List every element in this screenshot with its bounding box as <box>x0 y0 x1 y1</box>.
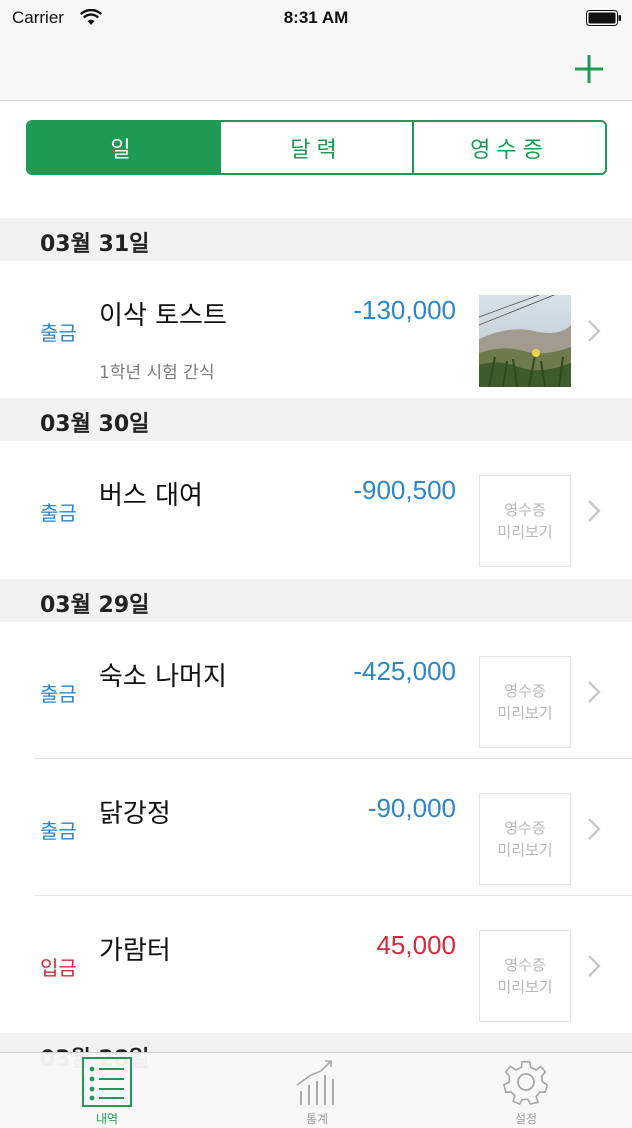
receipt-placeholder-line2: 미리보기 <box>497 523 553 541</box>
receipt-thumbnail[interactable] <box>479 295 571 387</box>
tab-history[interactable]: 내역 <box>52 1053 162 1128</box>
transaction-memo: 1학년 시험 간식 <box>99 363 215 383</box>
transaction-row[interactable]: 출금 닭강정 -90,000 영수증 미리보기 <box>0 759 632 896</box>
list-icon <box>82 1057 132 1107</box>
section-header: 03월 30일 <box>0 398 632 441</box>
status-bar: Carrier 8:31 AM <box>0 0 632 38</box>
transaction-title: 이삭 토스트 <box>99 301 227 331</box>
receipt-placeholder-line2: 미리보기 <box>497 841 553 859</box>
chevron-right-icon <box>588 500 601 522</box>
transaction-row[interactable]: 출금 숙소 나머지 -425,000 영수증 미리보기 <box>0 622 632 759</box>
segment-calendar[interactable]: 달력 <box>219 122 412 173</box>
tab-settings[interactable]: 설정 <box>471 1053 581 1128</box>
transaction-type: 출금 <box>40 501 77 525</box>
chevron-right-icon <box>588 818 601 840</box>
navigation-bar <box>0 38 632 101</box>
transaction-row[interactable]: 입금 가람터 45,000 영수증 미리보기 <box>0 896 632 1033</box>
tab-bar: 내역 통계 설정 <box>0 1052 632 1128</box>
transaction-amount: -425,000 <box>353 656 456 686</box>
transaction-amount: -900,500 <box>353 475 456 505</box>
transaction-title: 숙소 나머지 <box>99 662 227 692</box>
view-mode-segmented-control: 일 달력 영수증 <box>26 120 607 175</box>
receipt-preview-placeholder[interactable]: 영수증 미리보기 <box>479 656 571 748</box>
battery-icon <box>586 10 621 26</box>
transaction-title: 버스 대여 <box>99 481 203 511</box>
section-date: 03월 29일 <box>40 593 150 618</box>
transaction-amount: 45,000 <box>376 930 456 960</box>
section-date: 03월 31일 <box>40 232 150 257</box>
receipt-placeholder-line1: 영수증 <box>504 682 546 700</box>
receipt-placeholder-line2: 미리보기 <box>497 704 553 722</box>
segment-daily[interactable]: 일 <box>28 122 219 173</box>
section-header: 03월 31일 <box>0 218 632 261</box>
section-header: 03월 29일 <box>0 579 632 622</box>
receipt-placeholder-line2: 미리보기 <box>497 978 553 996</box>
transaction-type: 출금 <box>40 321 77 345</box>
transaction-type: 입금 <box>40 956 77 980</box>
tab-label: 내역 <box>95 1112 119 1126</box>
chart-icon <box>296 1060 334 1105</box>
transaction-amount: -90,000 <box>367 793 456 823</box>
chevron-right-icon <box>588 955 601 977</box>
receipt-placeholder-line1: 영수증 <box>504 501 546 519</box>
chevron-right-icon <box>588 320 601 342</box>
transaction-title: 닭강정 <box>99 799 171 829</box>
receipt-preview-placeholder[interactable]: 영수증 미리보기 <box>479 793 571 885</box>
tab-label: 통계 <box>305 1112 329 1126</box>
tab-statistics[interactable]: 통계 <box>262 1053 372 1128</box>
tab-label: 설정 <box>514 1112 538 1126</box>
chevron-right-icon <box>588 681 601 703</box>
receipt-preview-placeholder[interactable]: 영수증 미리보기 <box>479 475 571 567</box>
plus-icon[interactable] <box>572 52 606 86</box>
receipt-preview-placeholder[interactable]: 영수증 미리보기 <box>479 930 571 1022</box>
transaction-row[interactable]: 출금 버스 대여 -900,500 영수증 미리보기 <box>0 441 632 578</box>
segment-receipts[interactable]: 영수증 <box>412 122 605 173</box>
transaction-amount: -130,000 <box>353 295 456 325</box>
receipt-placeholder-line1: 영수증 <box>504 956 546 974</box>
transaction-type: 출금 <box>40 682 77 706</box>
transaction-type: 출금 <box>40 819 77 843</box>
transaction-row[interactable]: 출금 이삭 토스트 1학년 시험 간식 -130,000 <box>0 261 632 398</box>
section-date: 03월 30일 <box>40 412 150 437</box>
gear-icon <box>502 1060 549 1106</box>
transaction-title: 가람터 <box>99 936 171 966</box>
status-time: 8:31 AM <box>283 8 349 27</box>
receipt-placeholder-line1: 영수증 <box>504 819 546 837</box>
